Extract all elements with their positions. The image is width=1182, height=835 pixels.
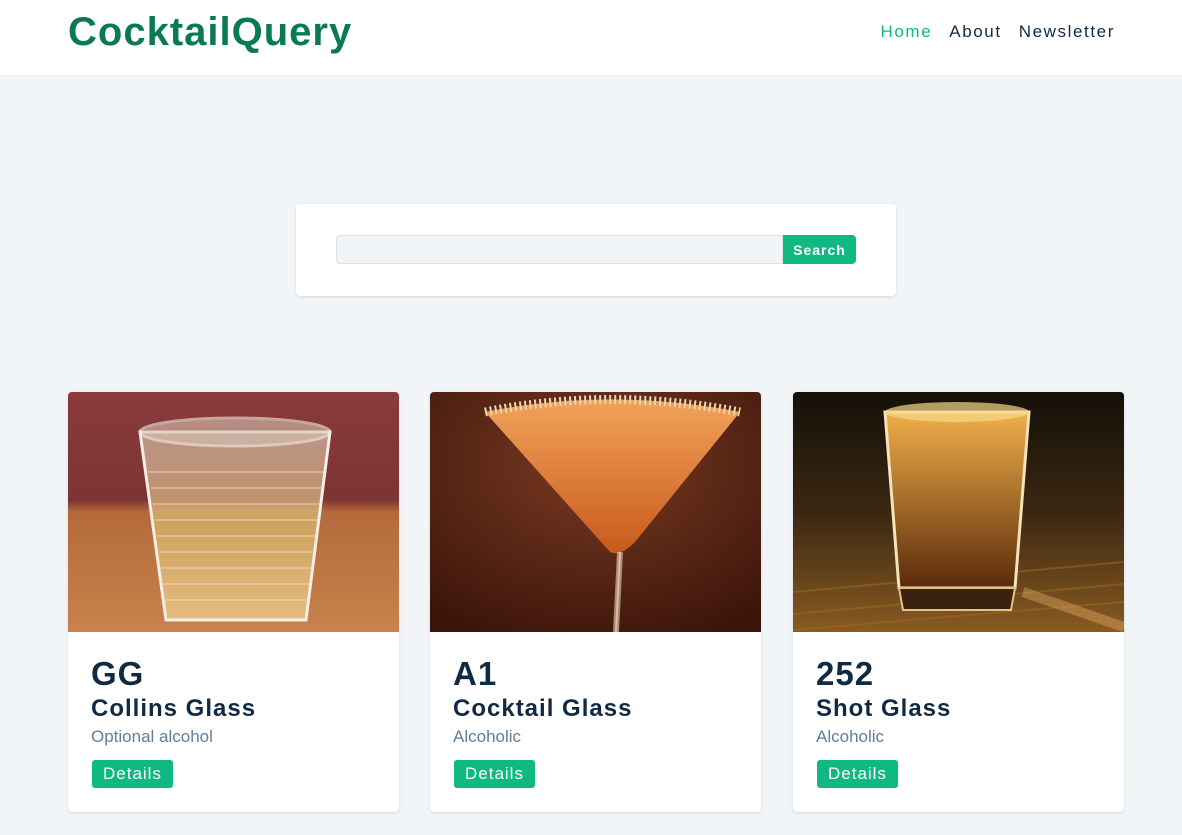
cocktail-info: Alcoholic bbox=[453, 727, 522, 746]
search-input[interactable] bbox=[336, 235, 783, 264]
nav-link-newsletter[interactable]: Newsletter bbox=[1019, 22, 1115, 42]
nav-link-home[interactable]: Home bbox=[881, 22, 933, 42]
cocktail-glass: Collins Glass bbox=[91, 695, 257, 722]
nav-links: Home About Newsletter bbox=[881, 22, 1116, 42]
cocktail-card: 252 Shot Glass Alcoholic Details bbox=[793, 392, 1124, 812]
navbar: CocktailQuery Home About Newsletter bbox=[0, 0, 1182, 75]
cocktail-glass: Shot Glass bbox=[816, 695, 952, 722]
cocktail-name: 252 bbox=[816, 655, 875, 692]
shot-glass-photo bbox=[793, 392, 1124, 632]
details-button[interactable]: Details bbox=[454, 760, 535, 788]
cocktail-glass: Cocktail Glass bbox=[453, 695, 633, 722]
cocktail-card: A1 Cocktail Glass Alcoholic Details bbox=[430, 392, 761, 812]
nav-link-about[interactable]: About bbox=[949, 22, 1001, 42]
details-button[interactable]: Details bbox=[92, 760, 173, 788]
cocktail-name: GG bbox=[91, 655, 145, 692]
cocktail-name: A1 bbox=[453, 655, 498, 692]
search-button[interactable]: Search bbox=[783, 235, 856, 264]
details-button[interactable]: Details bbox=[817, 760, 898, 788]
search-form: Search bbox=[296, 204, 896, 296]
brand-logo[interactable]: CocktailQuery bbox=[68, 10, 352, 54]
cocktail-info: Optional alcohol bbox=[91, 727, 213, 746]
cocktail-info: Alcoholic bbox=[816, 727, 885, 746]
cocktail-card: GG Collins Glass Optional alcohol Detail… bbox=[68, 392, 399, 812]
rocks-glass-photo bbox=[68, 392, 399, 632]
martini-glass-photo bbox=[430, 392, 761, 632]
